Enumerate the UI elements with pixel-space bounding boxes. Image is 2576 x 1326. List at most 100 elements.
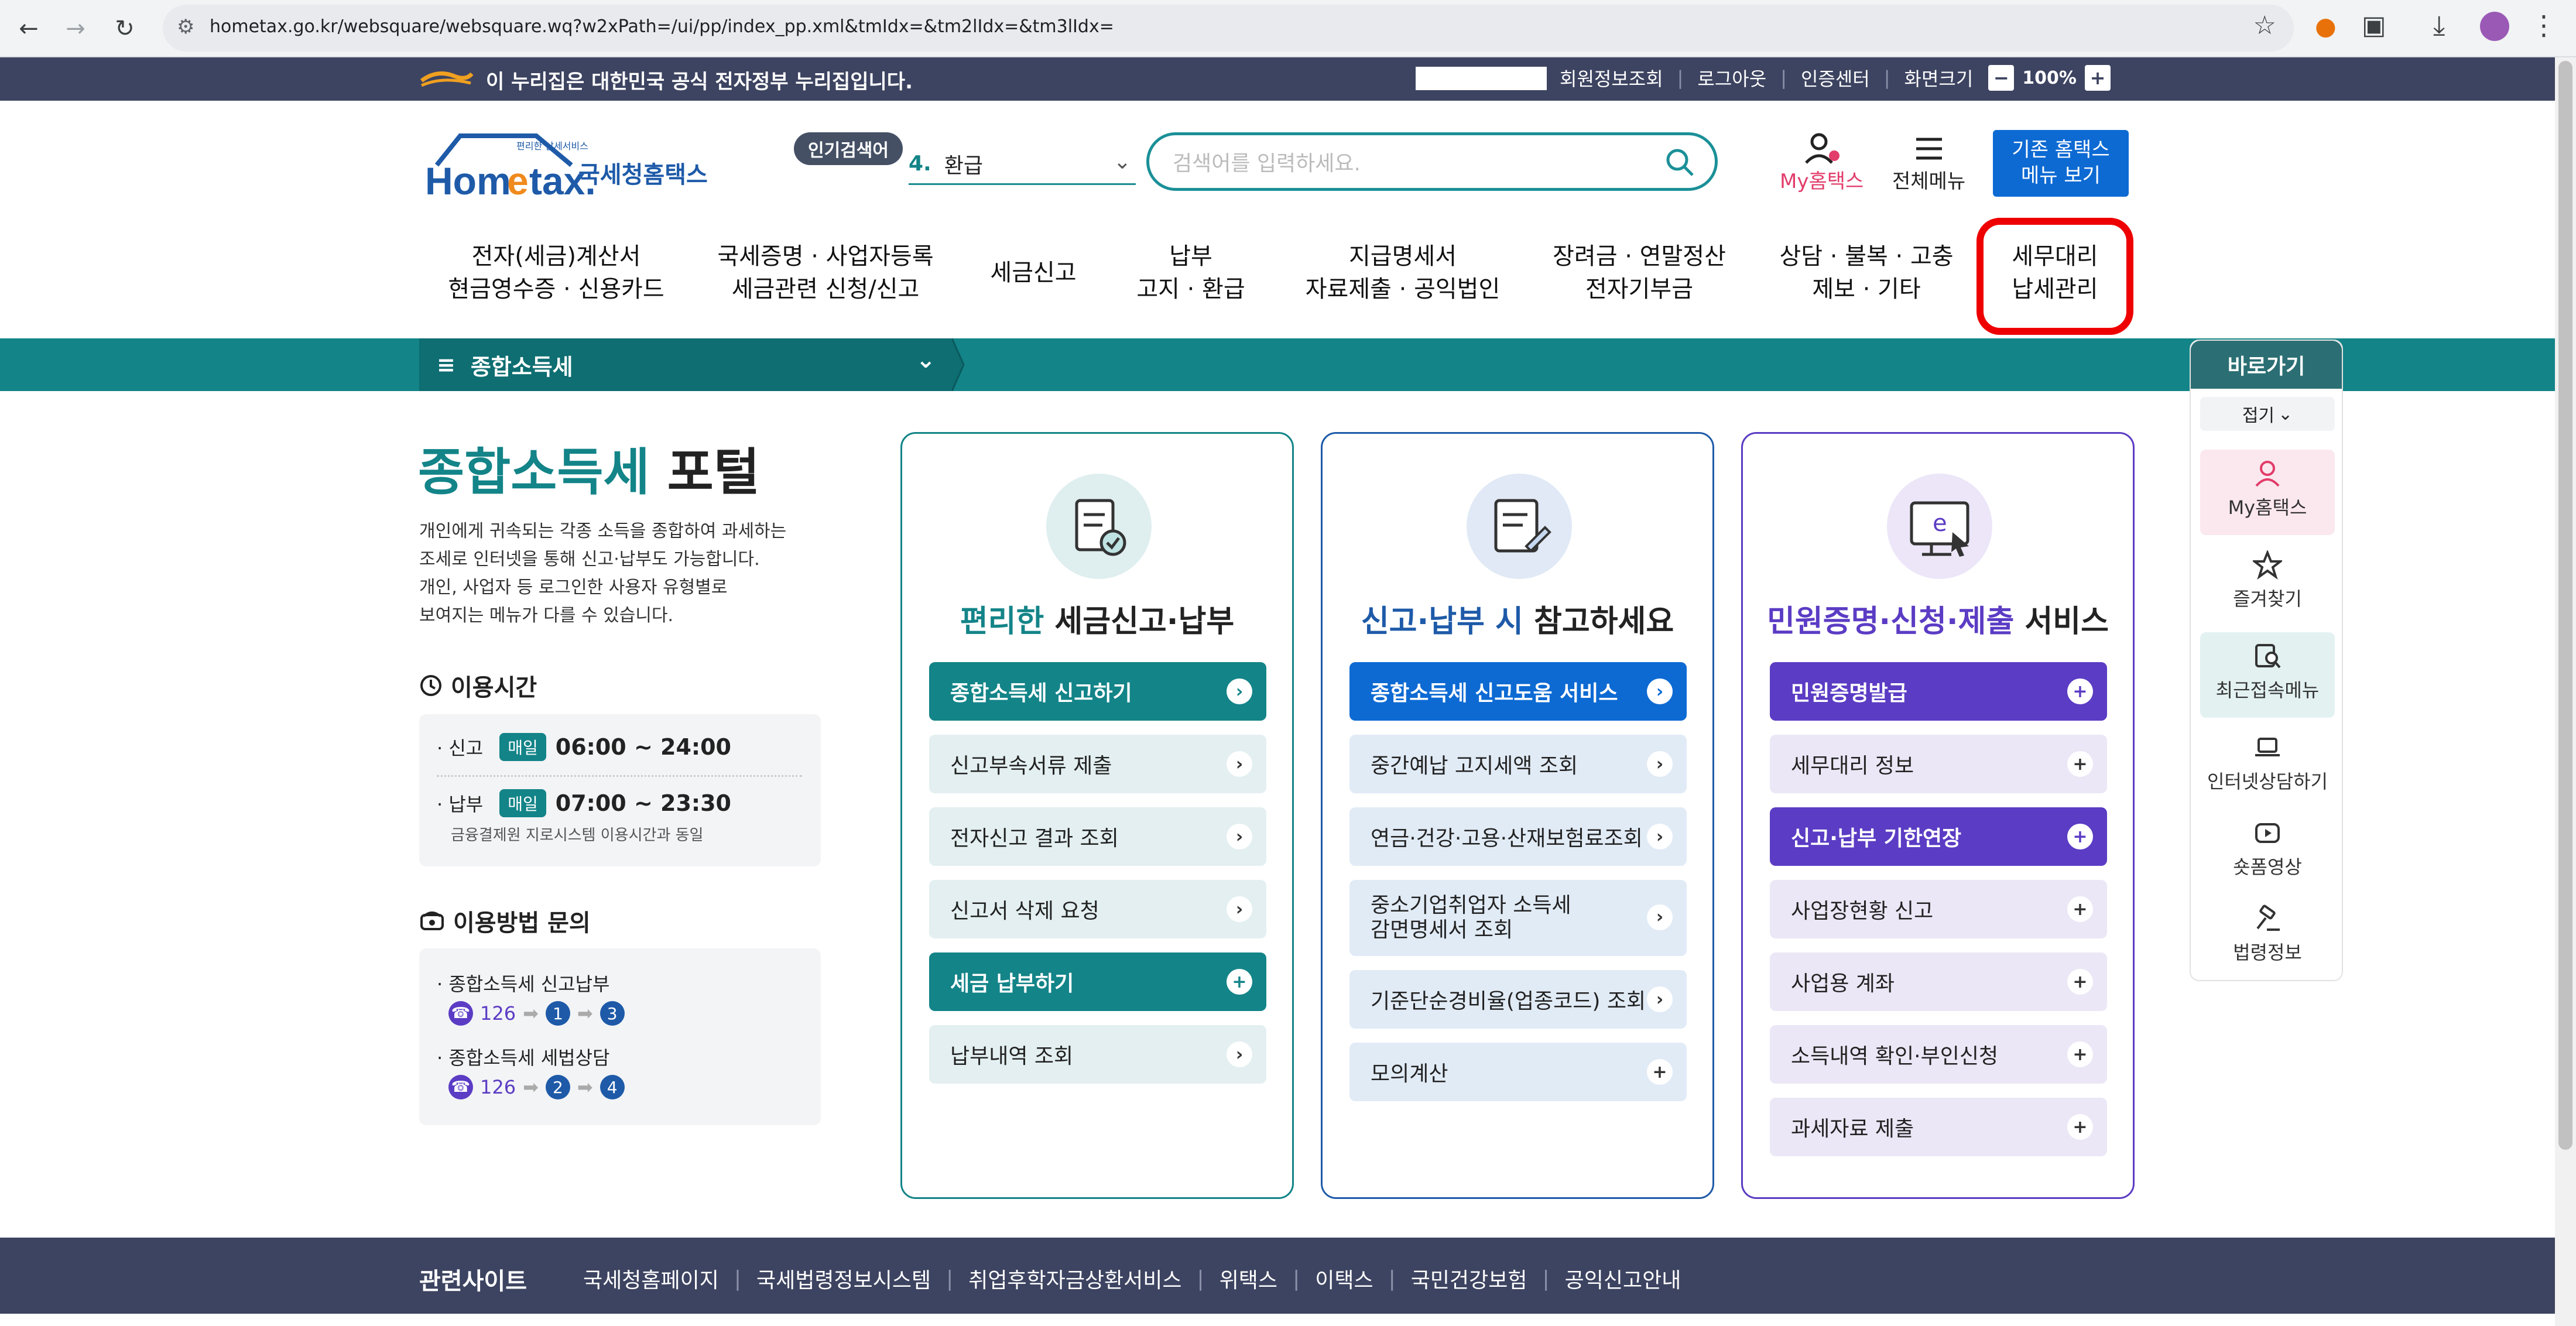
all-menu-button[interactable]: 전체메뉴 bbox=[1892, 132, 1965, 194]
search-icon[interactable] bbox=[1664, 147, 1695, 177]
gnb-line1: 납부 bbox=[1169, 243, 1212, 270]
gnb-payment-statement[interactable]: 지급명세서 자료제출 · 공익법인 bbox=[1292, 240, 1514, 306]
tax-payment-button[interactable]: 세금 납부하기 + bbox=[929, 952, 1266, 1011]
logout-link[interactable]: 로그아웃 bbox=[1697, 64, 1766, 91]
fold-button[interactable]: 접기 ⌄ bbox=[2200, 397, 2335, 431]
arrow-right-icon: ➡ bbox=[577, 1002, 593, 1025]
scrollbar-thumb[interactable] bbox=[2558, 61, 2572, 1150]
more-menu-icon[interactable]: ⋮ bbox=[2530, 9, 2557, 41]
attachment-submit-link[interactable]: 신고부속서류 제출 › bbox=[929, 735, 1266, 793]
contact-label: · 종합소득세 신고납부 bbox=[437, 973, 610, 995]
gnb-e-invoice[interactable]: 전자(세금)계산서 현금영수증 · 신용카드 bbox=[433, 240, 679, 306]
popular-search-select[interactable]: 4. 환급 ⌄ bbox=[909, 144, 1136, 185]
plus-icon: + bbox=[2067, 1114, 2093, 1140]
hours-row-filing: · 신고 매일 06:00 ~ 24:00 bbox=[437, 733, 731, 761]
chevron-right-icon: › bbox=[1227, 1041, 1252, 1067]
contact-label: · 종합소득세 세법상담 bbox=[437, 1047, 610, 1069]
business-status-link[interactable]: 사업장현황 신고 + bbox=[1770, 880, 2107, 938]
footer-link[interactable]: 위택스 bbox=[1220, 1263, 1277, 1294]
svg-text:e: e bbox=[1933, 510, 1947, 537]
footer-link[interactable]: 이택스 bbox=[1315, 1263, 1373, 1294]
certificate-issue-button[interactable]: 민원증명발급 + bbox=[1770, 662, 2107, 721]
hours-label: · 신고 bbox=[437, 737, 484, 759]
plus-icon: + bbox=[2067, 679, 2093, 704]
popular-term: 환급 bbox=[944, 153, 983, 178]
document-edit-icon bbox=[1467, 474, 1572, 579]
bookmark-star-icon[interactable]: ☆ bbox=[2253, 11, 2276, 40]
gnb-tax-filing[interactable]: 세금신고 bbox=[972, 256, 1095, 289]
address-bar[interactable]: ⚙ hometax.go.kr/websquare/websquare.wq?w… bbox=[163, 5, 2294, 52]
income-confirmation-link[interactable]: 소득내역 확인·부인신청 + bbox=[1770, 1025, 2107, 1084]
efiling-result-link[interactable]: 전자신고 결과 조회 › bbox=[929, 807, 1266, 866]
e-monitor-icon: e bbox=[1887, 474, 1992, 579]
divider bbox=[437, 775, 802, 777]
footer-link[interactable]: 국세법령정보시스템 bbox=[756, 1263, 931, 1294]
portal-desc-2: 조세로 인터넷을 통해 신고·납부도 가능합니다. bbox=[419, 549, 760, 570]
quick-favorites[interactable]: 즐겨찾기 bbox=[2200, 541, 2335, 626]
tax-data-submit-link[interactable]: 과세자료 제출 + bbox=[1770, 1098, 2107, 1156]
item-label: 기준단순경비율(업종코드) 조회 bbox=[1371, 989, 1646, 1013]
hometax-logo[interactable]: Hom e tax. 편리한 납세서비스 국세청홈택스 bbox=[419, 130, 735, 203]
expense-rate-link[interactable]: 기준단순경비율(업종코드) 조회 › bbox=[1349, 970, 1687, 1029]
download-icon[interactable]: ⤓ bbox=[2433, 9, 2445, 42]
gnb-line2: 현금영수증 · 신용카드 bbox=[448, 276, 664, 303]
breadcrumb-arrow-icon bbox=[952, 338, 965, 391]
insurance-premium-link[interactable]: 연금·건강·고용·산재보험료조회 › bbox=[1349, 807, 1687, 866]
plus-icon: + bbox=[2067, 1041, 2093, 1067]
quick-recent-menu[interactable]: 최근접속메뉴 bbox=[2200, 632, 2335, 718]
portal-desc-4: 보여지는 메뉴가 다를 수 있습니다. bbox=[419, 605, 674, 626]
old-hometax-menu-button[interactable]: 기존 홈택스 메뉴 보기 bbox=[1993, 130, 2129, 197]
footer-link[interactable]: 국세청홈페이지 bbox=[583, 1263, 719, 1294]
hours-note: 금융결제원 지로시스템 이용시간과 동일 bbox=[451, 827, 704, 844]
tax-agent-info-link[interactable]: 세무대리 정보 + bbox=[1770, 735, 2107, 793]
my-hometax-button[interactable]: My홈택스 bbox=[1780, 132, 1864, 194]
footer-link[interactable]: 공익신고안내 bbox=[1565, 1263, 1681, 1294]
quick-short-video[interactable]: 숏폼영상 bbox=[2200, 809, 2335, 895]
portal-desc-3: 개인, 사업자 등 로그인한 사용자 유형별로 bbox=[419, 577, 728, 598]
back-icon[interactable]: ← bbox=[13, 13, 44, 44]
site-info-icon[interactable]: ⚙ bbox=[177, 15, 194, 39]
step-number: 3 bbox=[600, 1001, 625, 1026]
extension-icon[interactable]: ● bbox=[2315, 12, 2337, 40]
payment-history-link[interactable]: 납부내역 조회 › bbox=[929, 1025, 1266, 1084]
cert-center-link[interactable]: 인증센터 bbox=[1801, 64, 1870, 91]
old-hometax-line2: 메뉴 보기 bbox=[2021, 164, 2101, 187]
member-info-link[interactable]: 회원정보조회 bbox=[1560, 64, 1663, 91]
mock-calculation-link[interactable]: 모의계산 + bbox=[1349, 1043, 1687, 1101]
search-input[interactable]: 검색어를 입력하세요. bbox=[1146, 132, 1718, 191]
filing-help-service-button[interactable]: 종합소득세 신고도움 서비스 › bbox=[1349, 662, 1687, 721]
item-label: 세금 납부하기 bbox=[950, 972, 1074, 996]
forward-icon[interactable]: → bbox=[60, 13, 91, 44]
deadline-extension-button[interactable]: 신고·납부 기한연장 + bbox=[1770, 807, 2107, 866]
daily-badge: 매일 bbox=[499, 733, 546, 761]
breadcrumb-select[interactable]: ≡ 종합소득세 ⌄ bbox=[419, 338, 953, 391]
sme-tax-reduction-link[interactable]: 중소기업취업자 소득세 감면명세서 조회 › bbox=[1349, 880, 1687, 956]
footer-link[interactable]: 국민건강보험 bbox=[1411, 1263, 1527, 1294]
footer-link[interactable]: 취업후학자금상환서비스 bbox=[968, 1263, 1181, 1294]
old-hometax-line1: 기존 홈택스 bbox=[2012, 138, 2110, 162]
gnb-certificate[interactable]: 국세증명 · 사업자등록 세금관련 신청/신고 bbox=[700, 240, 951, 306]
chevron-down-icon: ⌄ bbox=[916, 347, 936, 374]
gnb-payment[interactable]: 납부 고지 · 환급 bbox=[1116, 240, 1266, 306]
delete-request-link[interactable]: 신고서 삭제 요청 › bbox=[929, 880, 1266, 938]
gov-links: 회원정보조회 | 로그아웃 | 인증센터 | 화면크기 − 100% + bbox=[1560, 64, 2111, 91]
arrow-right-icon: ➡ bbox=[577, 1076, 593, 1098]
business-account-link[interactable]: 사업용 계좌 + bbox=[1770, 952, 2107, 1011]
puzzle-icon[interactable]: ▣ bbox=[2362, 11, 2386, 40]
reload-icon[interactable]: ↻ bbox=[109, 13, 141, 44]
profile-avatar[interactable] bbox=[2480, 12, 2509, 41]
filing-button[interactable]: 종합소득세 신고하기 › bbox=[929, 662, 1266, 721]
gnb-consultation[interactable]: 상담 · 불복 · 고충 제보 · 기타 bbox=[1767, 240, 1966, 306]
gov-banner-text: 이 누리집은 대한민국 공식 전자정부 누리집입니다. bbox=[486, 70, 913, 94]
column-title-highlight: 신고·납부 시 bbox=[1361, 604, 1523, 639]
item-label: 세무대리 정보 bbox=[1791, 754, 1914, 778]
page-title-highlight: 종합소득세 bbox=[418, 443, 650, 502]
interim-prepayment-link[interactable]: 중간예납 고지세액 조회 › bbox=[1349, 735, 1687, 793]
star-icon bbox=[2253, 550, 2282, 580]
gnb-incentive[interactable]: 장려금 · 연말정산 전자기부금 bbox=[1534, 240, 1745, 306]
zoom-in-button[interactable]: + bbox=[2084, 65, 2111, 91]
zoom-out-button[interactable]: − bbox=[1988, 65, 2015, 91]
quick-online-consult[interactable]: 인터넷상담하기 bbox=[2200, 724, 2335, 809]
quick-law-info[interactable]: 법령정보 bbox=[2200, 895, 2335, 980]
quick-my-hometax[interactable]: My홈택스 bbox=[2200, 450, 2335, 535]
